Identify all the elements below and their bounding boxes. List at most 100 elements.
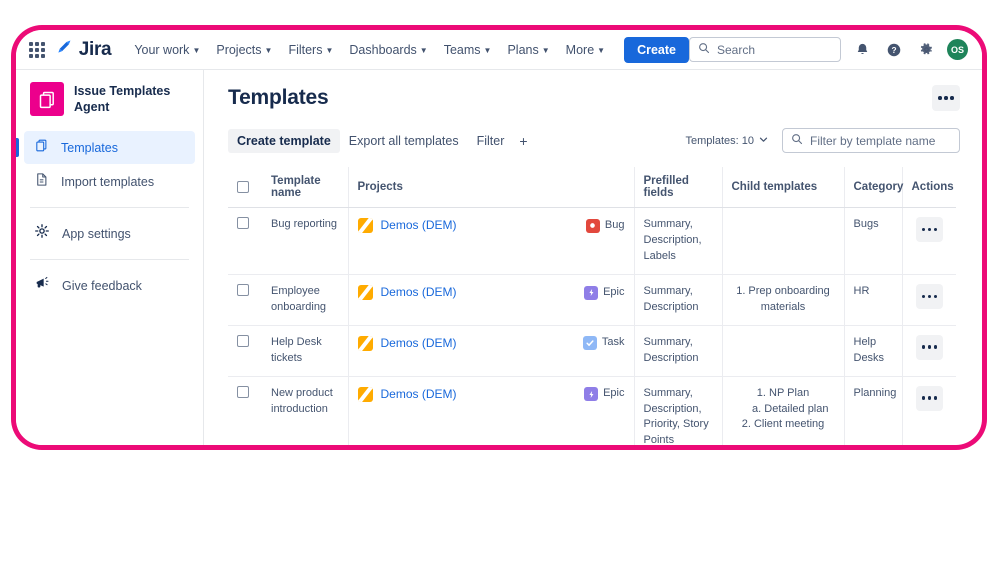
row-actions-button[interactable] xyxy=(916,386,943,411)
user-avatar[interactable]: OS xyxy=(947,39,968,60)
cell-child-templates: 1. NP Plana. Detailed plan2. Client meet… xyxy=(722,376,844,445)
row-actions-button[interactable] xyxy=(916,217,943,242)
app-title-line2: Agent xyxy=(74,99,170,115)
chevron-down-icon: ▼ xyxy=(325,46,333,55)
nav-item-filters[interactable]: Filters ▼ xyxy=(281,38,340,62)
dot xyxy=(934,345,938,349)
notifications-bell-icon[interactable] xyxy=(851,39,873,61)
templates-count-label: Templates: 10 xyxy=(686,135,754,147)
table-row[interactable]: Employee onboarding Demos (DEM) Epic Sum… xyxy=(228,274,956,325)
table-row[interactable]: New product introduction Demos (DEM) Epi… xyxy=(228,376,956,445)
sidebar-item-app-settings[interactable]: App settings xyxy=(24,217,195,250)
filter-button[interactable]: Filter xyxy=(468,129,514,153)
issue-templates-logo-icon xyxy=(30,82,64,116)
toolbar-right-group: Templates: 10 Filter by template na xyxy=(686,128,960,153)
app-title: Issue Templates Agent xyxy=(74,83,170,116)
project-link[interactable]: Demos (DEM) xyxy=(381,386,457,403)
jira-home-link[interactable]: Jira xyxy=(55,38,112,62)
filter-template-name-input[interactable]: Filter by template name xyxy=(782,128,960,153)
row-actions-button[interactable] xyxy=(916,335,943,360)
cell-prefilled-fields: Summary, Description, Priority, Story Po… xyxy=(634,376,722,445)
nav-item-your-work[interactable]: Your work ▼ xyxy=(127,38,207,62)
row-checkbox[interactable] xyxy=(237,284,249,296)
sidebar-item-give-feedback[interactable]: Give feedback xyxy=(24,269,195,302)
search-input[interactable]: Search xyxy=(689,37,841,62)
nav-item-more[interactable]: More ▼ xyxy=(559,38,612,62)
dot xyxy=(928,345,932,349)
page-actions-button[interactable] xyxy=(932,85,960,111)
issue-type-label: Task xyxy=(602,335,625,351)
dot xyxy=(950,96,954,100)
sidebar-item-label: Templates xyxy=(61,141,118,155)
nav-item-teams[interactable]: Teams ▼ xyxy=(437,38,499,62)
cell-actions xyxy=(902,376,956,445)
child-template-item: 2. Client meeting xyxy=(732,417,835,433)
chevron-down-icon: ▼ xyxy=(192,46,200,55)
issue-type-label: Epic xyxy=(603,285,624,301)
project-avatar-icon xyxy=(358,218,373,233)
sidebar-item-import-templates[interactable]: Import templates xyxy=(24,165,195,198)
cell-template-name: Employee onboarding xyxy=(262,274,348,325)
cell-category: Bugs xyxy=(844,208,902,275)
header-template-name[interactable]: Template name xyxy=(262,167,348,208)
table-header-row: Template name Projects Prefilled fields … xyxy=(228,167,956,208)
nav-label: More xyxy=(566,43,594,57)
project-link[interactable]: Demos (DEM) xyxy=(381,284,457,301)
issue-type-chip: Bug xyxy=(586,218,625,234)
page-title: Templates xyxy=(228,86,960,110)
megaphone-icon xyxy=(34,275,50,296)
table-row[interactable]: Bug reporting Demos (DEM) Bug Summary, D… xyxy=(228,208,956,275)
project-avatar-icon xyxy=(358,336,373,351)
nav-item-projects[interactable]: Projects ▼ xyxy=(209,38,279,62)
row-checkbox[interactable] xyxy=(237,217,249,229)
import-icon xyxy=(34,172,49,192)
row-checkbox[interactable] xyxy=(237,386,249,398)
app-switcher-icon[interactable] xyxy=(28,39,47,61)
row-checkbox[interactable] xyxy=(237,335,249,347)
export-all-templates-button[interactable]: Export all templates xyxy=(340,129,468,153)
filter-placeholder: Filter by template name xyxy=(810,134,935,148)
header-child-templates[interactable]: Child templates xyxy=(722,167,844,208)
dot xyxy=(934,228,938,232)
help-icon[interactable]: ? xyxy=(883,39,905,61)
issue-type-chip: Epic xyxy=(584,285,624,301)
settings-gear-icon[interactable] xyxy=(915,39,937,61)
search-placeholder: Search xyxy=(717,43,755,57)
app-header: Issue Templates Agent xyxy=(16,82,203,130)
dot xyxy=(922,295,926,299)
templates-count-dropdown[interactable]: Templates: 10 xyxy=(686,135,768,147)
header-category[interactable]: Category xyxy=(844,167,902,208)
nav-label: Teams xyxy=(444,43,481,57)
project-link[interactable]: Demos (DEM) xyxy=(381,217,457,234)
chevron-down-icon: ▼ xyxy=(542,46,550,55)
cell-prefilled-fields: Summary, Description xyxy=(634,274,722,325)
cell-projects: Demos (DEM) Bug xyxy=(348,208,634,275)
sidebar: Issue Templates Agent Templates xyxy=(16,70,204,445)
cell-projects: Demos (DEM) Task xyxy=(348,325,634,376)
header-projects[interactable]: Projects xyxy=(348,167,634,208)
dot xyxy=(934,396,938,400)
select-all-checkbox[interactable] xyxy=(237,181,249,193)
nav-item-dashboards[interactable]: Dashboards ▼ xyxy=(342,38,434,62)
create-button[interactable]: Create xyxy=(624,37,689,63)
templates-table-wrapper: Template name Projects Prefilled fields … xyxy=(228,167,960,445)
chevron-down-icon: ▼ xyxy=(597,46,605,55)
create-template-button[interactable]: Create template xyxy=(228,129,340,153)
jira-wordmark: Jira xyxy=(79,39,112,61)
table-row[interactable]: Help Desk tickets Demos (DEM) Task Summa… xyxy=(228,325,956,376)
task-icon xyxy=(583,336,597,350)
cell-actions xyxy=(902,208,956,275)
sidebar-item-templates[interactable]: Templates xyxy=(24,131,195,164)
nav-label: Filters xyxy=(288,43,322,57)
row-select-cell xyxy=(228,376,262,445)
row-actions-button[interactable] xyxy=(916,284,943,309)
nav-label: Projects xyxy=(216,43,261,57)
dot xyxy=(922,396,926,400)
nav-item-plans[interactable]: Plans ▼ xyxy=(500,38,556,62)
project-link[interactable]: Demos (DEM) xyxy=(381,335,457,352)
add-filter-icon[interactable]: + xyxy=(513,131,533,151)
cell-actions xyxy=(902,274,956,325)
chevron-down-icon: ▼ xyxy=(265,46,273,55)
header-prefilled-fields[interactable]: Prefilled fields xyxy=(634,167,722,208)
sidebar-item-label: Import templates xyxy=(61,175,154,189)
